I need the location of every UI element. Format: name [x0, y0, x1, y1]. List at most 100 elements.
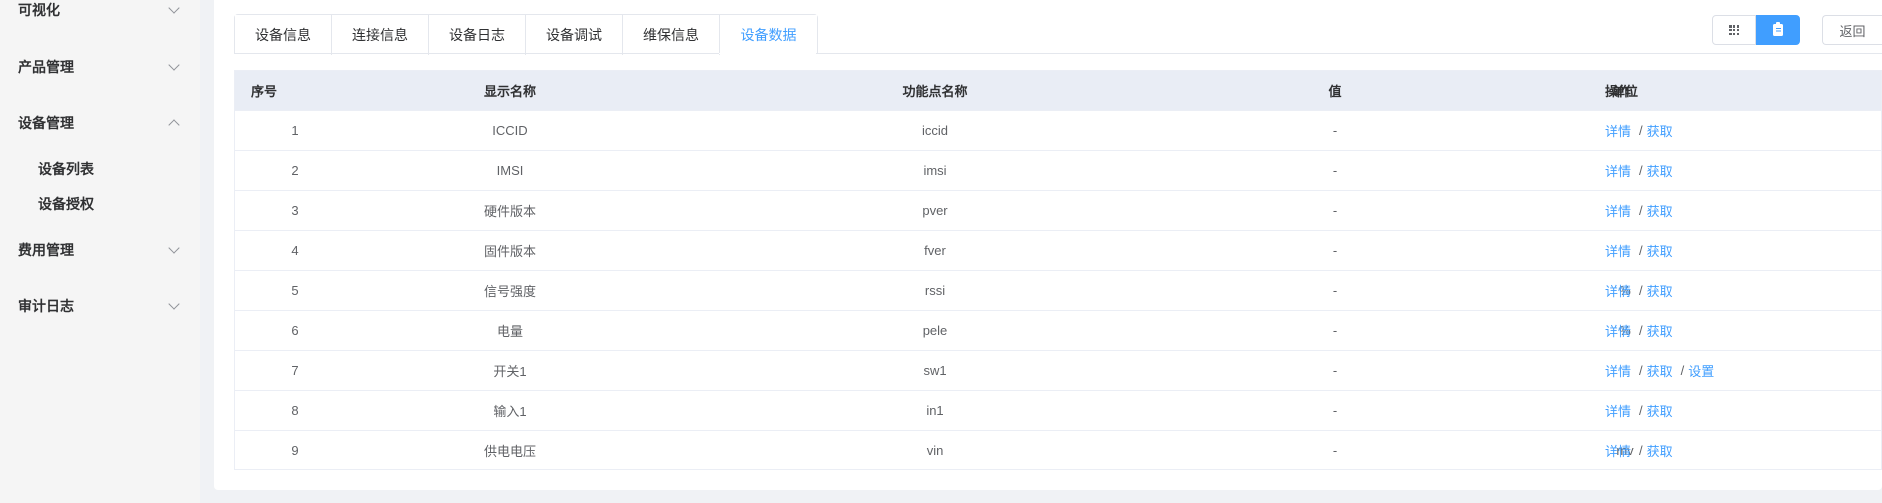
cell-name: 供电电压 [483, 444, 536, 459]
table-row: 1 ICCID iccid - 详情 / 获取 [235, 110, 1881, 150]
cell-value: - [1332, 403, 1338, 418]
fetch-link[interactable]: 获取 [1647, 241, 1673, 260]
fetch-link[interactable]: 获取 [1647, 281, 1673, 300]
cell-index: 7 [291, 363, 299, 378]
table-row: 4 固件版本 fver - 详情 / 获取 [235, 230, 1881, 270]
cell-key: fver [924, 243, 946, 258]
table-body: 1 ICCID iccid - 详情 / 获取 2 IMSI imsi - 详情 / 获取 3 硬件版本 pve… [235, 110, 1881, 470]
fetch-link[interactable]: 获取 [1647, 361, 1673, 380]
cell-index: 1 [291, 123, 299, 138]
sidebar-item-devices[interactable]: 设备管理 [0, 103, 200, 143]
fetch-link[interactable]: 获取 [1647, 441, 1673, 460]
table-row: 3 硬件版本 pver - 详情 / 获取 [235, 190, 1881, 230]
grid-view-button[interactable] [1712, 15, 1756, 45]
op-separator: / [1639, 283, 1643, 298]
cell-ops: 详情 / 获取 / 设置 [1605, 351, 1881, 390]
fetch-link[interactable]: 获取 [1647, 201, 1673, 220]
cell-value: - [1332, 243, 1338, 258]
op-separator: / [1639, 163, 1643, 178]
op-separator: / [1639, 403, 1643, 418]
sidebar: 可视化 产品管理 设备管理 设备列表 设备授权 费用管理 审计日志 [0, 0, 200, 503]
sidebar-item-audit-log[interactable]: 审计日志 [0, 286, 200, 326]
tab-device-info[interactable]: 设备信息 [235, 15, 332, 55]
cell-index: 8 [291, 403, 299, 418]
cell-name: 固件版本 [483, 244, 536, 259]
chevron-up-icon [168, 119, 180, 131]
detail-link[interactable]: 详情 [1605, 361, 1631, 380]
table-row: 2 IMSI imsi - 详情 / 获取 [235, 150, 1881, 190]
cell-value: - [1332, 163, 1338, 178]
cell-index: 9 [291, 443, 299, 458]
header-key: 功能点名称 [902, 84, 968, 99]
cell-name: 输入1 [493, 404, 527, 419]
header-value: 值 [1328, 84, 1342, 99]
fetch-link[interactable]: 获取 [1647, 161, 1673, 180]
sidebar-item-label: 可视化 [18, 2, 60, 18]
table-row: 8 输入1 in1 - 详情 / 获取 [235, 390, 1881, 430]
table-row: 7 开关1 sw1- 详情 / 获取 / 设置 [235, 350, 1881, 390]
sidebar-item-billing[interactable]: 费用管理 [0, 230, 200, 270]
detail-link[interactable]: 详情 [1605, 201, 1631, 220]
header-name: 显示名称 [483, 84, 536, 99]
tab-connection-info[interactable]: 连接信息 [332, 15, 429, 55]
view-toggle [1712, 15, 1800, 45]
cell-key: iccid [921, 123, 948, 138]
grid-icon [1729, 25, 1739, 35]
sidebar-item-label: 设备管理 [18, 115, 74, 131]
sidebar-item-visualization[interactable]: 可视化 [0, 0, 200, 30]
sidebar-subitem-device-list[interactable]: 设备列表 [0, 152, 200, 186]
cell-key: vin [926, 443, 944, 458]
cell-name: 信号强度 [483, 284, 536, 299]
detail-link[interactable]: 详情 [1605, 321, 1631, 340]
cell-key: sw1 [923, 363, 947, 378]
cell-ops: 详情 / 获取 [1605, 151, 1881, 190]
fetch-link[interactable]: 获取 [1647, 121, 1673, 140]
sidebar-item-label: 审计日志 [18, 298, 74, 314]
tab-maintenance-info[interactable]: 维保信息 [623, 15, 720, 55]
detail-link[interactable]: 详情 [1605, 401, 1631, 420]
chevron-down-icon [168, 58, 180, 71]
sidebar-subitem-device-auth[interactable]: 设备授权 [0, 187, 200, 221]
fetch-link[interactable]: 获取 [1647, 321, 1673, 340]
table-header: 序号 显示名称 功能点名称 值 单位 操作 [235, 71, 1881, 110]
cell-key: rssi [924, 283, 946, 298]
cell-ops: 详情 / 获取 [1605, 391, 1881, 430]
op-separator: / [1639, 123, 1643, 138]
header-ops: 操作 [1605, 84, 1632, 99]
tab-device-debug[interactable]: 设备调试 [526, 15, 623, 55]
main-panel: 设备信息 连接信息 设备日志 设备调试 维保信息 设备数据 返回 序号 显示名称… [214, 0, 1882, 490]
fetch-link[interactable]: 获取 [1647, 401, 1673, 420]
tab-device-data[interactable]: 设备数据 [720, 15, 817, 55]
detail-link[interactable]: 详情 [1605, 241, 1631, 260]
cell-value: - [1332, 283, 1338, 298]
clipboard-icon [1773, 22, 1783, 36]
set-link[interactable]: 设置 [1688, 361, 1714, 380]
cell-ops: 详情 / 获取 [1605, 271, 1881, 310]
cell-ops: 详情 / 获取 [1605, 111, 1881, 150]
op-separator: / [1639, 203, 1643, 218]
tab-device-log[interactable]: 设备日志 [429, 15, 526, 55]
detail-link[interactable]: 详情 [1605, 441, 1631, 460]
detail-link[interactable]: 详情 [1605, 281, 1631, 300]
sidebar-item-products[interactable]: 产品管理 [0, 47, 200, 87]
data-table: 序号 显示名称 功能点名称 值 单位 操作 1 ICCID iccid - 详情 / 获取 2… [234, 70, 1882, 470]
cell-index: 5 [291, 283, 299, 298]
cell-value: - [1332, 363, 1338, 378]
op-separator: / [1639, 323, 1643, 338]
cell-ops: 详情 / 获取 [1605, 311, 1881, 350]
cell-key: pele [922, 323, 948, 338]
op-separator: / [1639, 363, 1643, 378]
op-separator: / [1639, 243, 1643, 258]
sidebar-subitem-label: 设备列表 [38, 161, 94, 177]
header-index: 序号 [251, 84, 278, 99]
cell-key: in1 [926, 403, 944, 418]
detail-link[interactable]: 详情 [1605, 161, 1631, 180]
list-view-button[interactable] [1756, 15, 1800, 45]
cell-ops: 详情 / 获取 [1605, 231, 1881, 270]
chevron-down-icon [168, 297, 180, 310]
detail-link[interactable]: 详情 [1605, 121, 1631, 140]
back-button[interactable]: 返回 [1822, 15, 1882, 45]
cell-ops: 详情 / 获取 [1605, 431, 1881, 470]
cell-value: - [1332, 443, 1338, 458]
cell-value: - [1332, 203, 1338, 218]
